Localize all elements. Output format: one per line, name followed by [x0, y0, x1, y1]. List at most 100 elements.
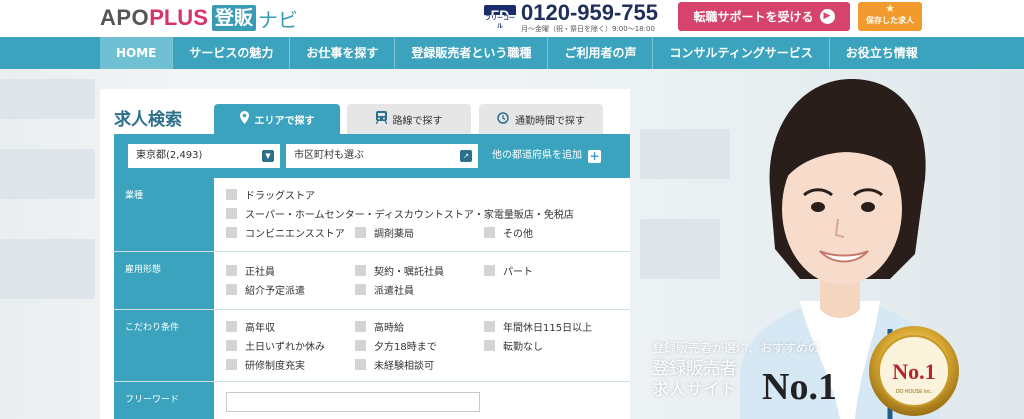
checkbox-label: 年間休日115日以上 — [503, 323, 593, 334]
hero-area: 求人検索 エリアで探す 路線で探す 通勤時間で探す 東京都(2,493) ▼ 市… — [0, 69, 1024, 419]
checkbox-no-relocation[interactable]: 転勤なし — [484, 338, 543, 353]
checkbox-label: 紹介予定派遣 — [245, 286, 305, 297]
checkbox-box[interactable] — [226, 227, 237, 238]
phone-number[interactable]: 0120-959-755 — [521, 0, 658, 26]
checkbox-box[interactable] — [226, 321, 237, 332]
checkbox-box[interactable] — [226, 284, 237, 295]
tab-commute-label: 通勤時間で探す — [515, 115, 585, 127]
tab-line-label: 路線で探す — [392, 115, 443, 127]
tab-area-search[interactable]: エリアで探す — [214, 104, 340, 134]
checkbox-temp-to-perm[interactable]: 紹介予定派遣 — [226, 282, 305, 297]
arrow-right-icon: ▶ — [819, 9, 835, 24]
checkbox-box[interactable] — [355, 340, 366, 351]
checkbox-dispensing-pharmacy[interactable]: 調剤薬局 — [355, 225, 414, 240]
tab-line-search[interactable]: 路線で探す — [347, 104, 471, 134]
checkbox-label: 未経験相談可 — [374, 361, 434, 372]
checkbox-label: 高年収 — [245, 323, 275, 334]
area-filter-bar: 東京都(2,493) ▼ 市区町村も選ぶ ↗ 他の都道府県を追加 + — [114, 134, 630, 178]
checkbox-label: 夕方18時まで — [374, 342, 437, 353]
nav-consulting[interactable]: コンサルティングサービス — [652, 37, 828, 69]
checkbox-label: 正社員 — [245, 267, 275, 278]
background-shelf — [0, 149, 95, 199]
filter-label-conditions: こだわり条件 — [114, 310, 214, 381]
nav-service-appeal[interactable]: サービスの魅力 — [172, 37, 289, 69]
nav-home[interactable]: HOME — [100, 37, 173, 69]
checkbox-part-time[interactable]: パート — [484, 263, 533, 278]
prefecture-select[interactable]: 東京都(2,493) ▼ — [128, 144, 280, 168]
checkbox-box[interactable] — [484, 340, 495, 351]
checkbox-box[interactable] — [226, 189, 237, 200]
popup-icon: ↗ — [460, 150, 472, 162]
filter-label-industry: 業種 — [114, 178, 214, 251]
checkbox-dispatch[interactable]: 派遣社員 — [355, 282, 414, 297]
nav-job-search[interactable]: お仕事を探す — [289, 37, 394, 69]
checkbox-label: 派遣社員 — [374, 286, 414, 297]
checkbox-label: スーパー・ホームセンター・ディスカウントストア・家電量販店・免税店 — [245, 210, 574, 221]
checkbox-high-salary[interactable]: 高年収 — [226, 319, 275, 334]
train-icon — [375, 111, 387, 127]
checkbox-box[interactable] — [226, 340, 237, 351]
checkbox-no-experience[interactable]: 未経験相談可 — [355, 357, 434, 372]
checkbox-drugstore[interactable]: ドラッグストア — [226, 187, 315, 202]
nav-useful-info[interactable]: お役立ち情報 — [828, 37, 934, 69]
checkbox-115-holidays[interactable]: 年間休日115日以上 — [484, 319, 592, 334]
free-dial-icon: FDフリーコール — [484, 5, 516, 31]
career-support-button[interactable]: 転職サポートを受ける ▶ — [678, 2, 850, 31]
logo-kanji: 登販 — [211, 5, 256, 31]
city-select[interactable]: 市区町村も選ぶ ↗ — [286, 144, 478, 168]
nav-user-voices[interactable]: ご利用者の声 — [547, 37, 652, 69]
checkbox-box[interactable] — [484, 321, 495, 332]
checkbox-full-time[interactable]: 正社員 — [226, 263, 275, 278]
checkbox-box[interactable] — [355, 359, 366, 370]
checkbox-label: ドラッグストア — [245, 191, 315, 202]
checkbox-box[interactable] — [355, 321, 366, 332]
medal-text: No.1 — [892, 359, 935, 384]
checkbox-box[interactable] — [355, 227, 366, 238]
promo-subtitle: 登録販売者が選ぶ、おすすめの — [652, 341, 821, 355]
promo-no1: No.1 — [762, 366, 837, 408]
checkbox-box[interactable] — [226, 359, 237, 370]
checkbox-other[interactable]: その他 — [484, 225, 533, 240]
filter-label-freeword: フリーワード — [114, 382, 214, 419]
filter-row-employment: 雇用形態 正社員 契約・嘱託社員 パート 紹介予定派遣 派遣社員 — [114, 252, 630, 310]
promo-title: 登録販売者 求人サイト — [652, 359, 737, 401]
medal-caption: DO HOUSE Inc. — [896, 389, 932, 395]
saved-jobs-button[interactable]: ★ 保存した求人 — [858, 2, 922, 31]
logo-navi: ナビ — [257, 7, 298, 32]
site-logo[interactable]: APO PLUS 登販 ナビ — [100, 4, 298, 32]
checkbox-box[interactable] — [484, 227, 495, 238]
background-shelf — [640, 129, 730, 179]
promo-asterisk: ※ — [846, 363, 855, 374]
site-header: APO PLUS 登販 ナビ FDフリーコール 0120-959-755 月〜金… — [0, 0, 1024, 37]
checkbox-box[interactable] — [226, 265, 237, 276]
nav-occupation[interactable]: 登録販売者という職種 — [394, 37, 547, 69]
tab-commute-search[interactable]: 通勤時間で探す — [479, 104, 603, 134]
checkbox-supermarket[interactable]: スーパー・ホームセンター・ディスカウントストア・家電量販店・免税店 — [226, 206, 574, 221]
checkbox-label: 転勤なし — [503, 342, 543, 353]
checkbox-until-18[interactable]: 夕方18時まで — [355, 338, 437, 353]
checkbox-contract[interactable]: 契約・嘱託社員 — [355, 263, 444, 278]
map-pin-icon — [239, 111, 249, 127]
checkbox-label: パート — [503, 267, 533, 278]
phone-contact[interactable]: FDフリーコール 0120-959-755 月〜金曜（祝・祭日を除く）9:00〜… — [484, 0, 664, 34]
checkbox-box[interactable] — [355, 265, 366, 276]
saved-jobs-label: 保存した求人 — [866, 16, 914, 25]
career-support-label: 転職サポートを受ける — [693, 10, 814, 24]
background-shelf — [640, 219, 720, 279]
checkbox-label: その他 — [503, 229, 533, 240]
checkbox-high-hourly[interactable]: 高時給 — [355, 319, 404, 334]
add-prefecture-button[interactable]: 他の都道府県を追加 + — [492, 144, 601, 168]
checkbox-training[interactable]: 研修制度充実 — [226, 357, 305, 372]
filter-label-employment: 雇用形態 — [114, 252, 214, 309]
plus-icon: + — [588, 148, 601, 163]
add-prefecture-label: 他の都道府県を追加 — [492, 150, 582, 161]
checkbox-box[interactable] — [226, 208, 237, 219]
checkbox-weekend-off[interactable]: 土日いずれか休み — [226, 338, 325, 353]
checkbox-box[interactable] — [484, 265, 495, 276]
checkbox-box[interactable] — [355, 284, 366, 295]
freeword-input[interactable] — [226, 392, 480, 412]
checkbox-convenience-store[interactable]: コンビニエンスストア — [226, 225, 345, 240]
checkbox-label: 契約・嘱託社員 — [374, 267, 444, 278]
clock-icon — [497, 111, 509, 127]
logo-plus: PLUS — [149, 5, 208, 30]
